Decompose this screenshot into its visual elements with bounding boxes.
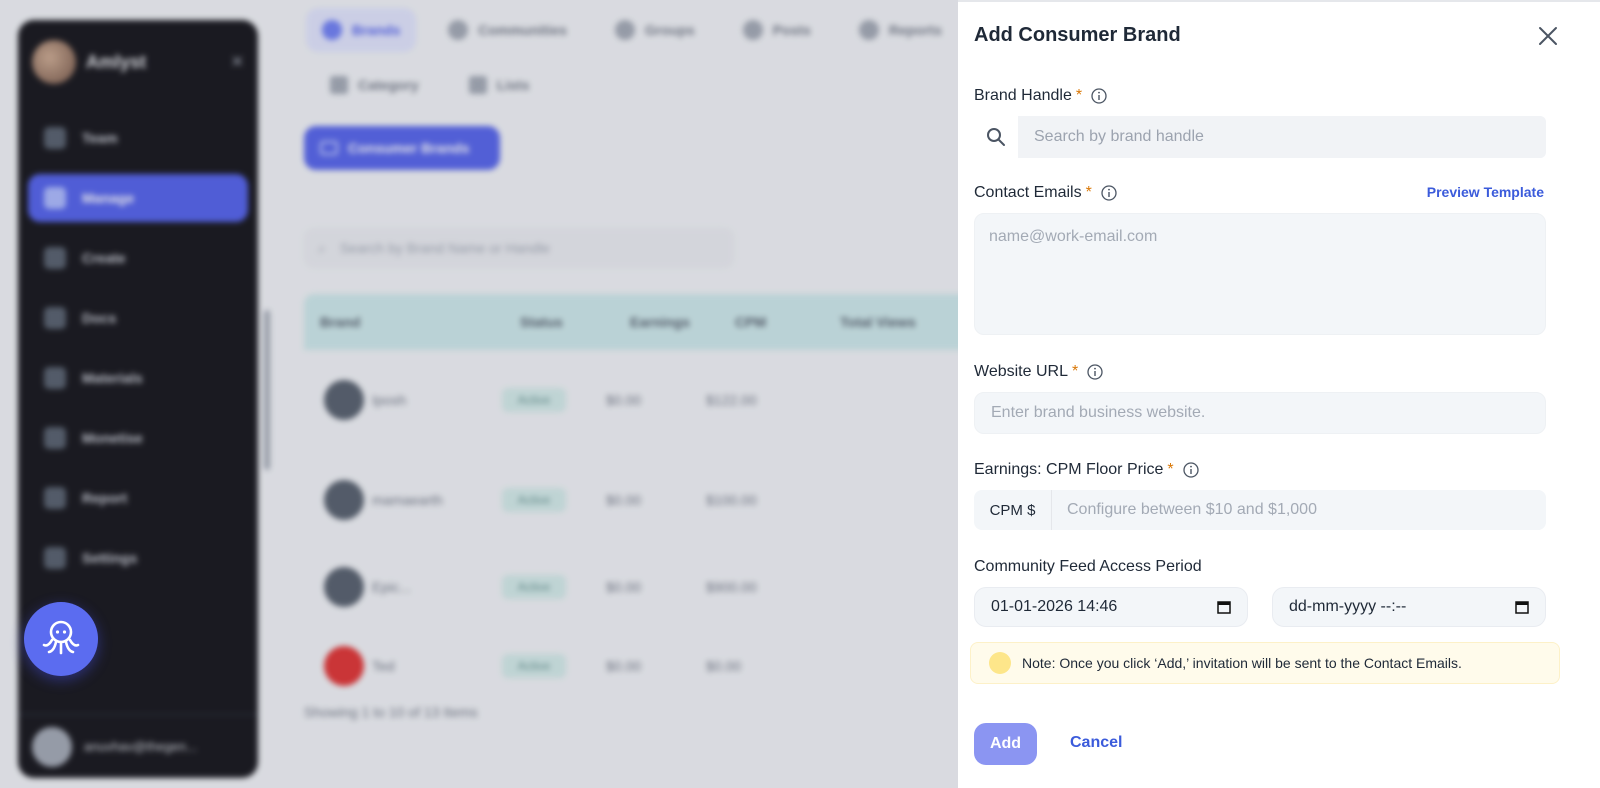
add-consumer-brand-drawer: Add Consumer Brand Brand Handle * Contac… <box>958 0 1600 788</box>
required-star: * <box>1071 363 1079 380</box>
info-icon[interactable] <box>1091 88 1107 104</box>
access-period-label: Community Feed Access Period <box>974 558 1202 576</box>
note-text: Note: Once you click ‘Add,’ invitation w… <box>1022 655 1462 671</box>
start-date-input[interactable]: 01-01-2026 14:46 <box>974 587 1248 627</box>
cpm-floor-label: Earnings: CPM Floor Price * <box>974 461 1199 479</box>
end-date-input[interactable]: dd-mm-yyyy --:-- <box>1272 587 1546 627</box>
contact-emails-label: Contact Emails * <box>974 184 1117 202</box>
modal-backdrop[interactable] <box>0 0 960 788</box>
website-url-label-text: Website URL <box>974 363 1068 380</box>
info-icon[interactable] <box>1087 364 1103 380</box>
website-url-input[interactable] <box>974 392 1546 434</box>
note-icon <box>989 652 1011 674</box>
calendar-icon[interactable] <box>1515 600 1529 614</box>
brand-handle-label: Brand Handle * <box>974 87 1107 105</box>
brand-handle-search <box>974 116 1546 158</box>
required-star: * <box>1075 87 1083 104</box>
info-icon[interactable] <box>1101 185 1117 201</box>
info-icon[interactable] <box>1182 462 1199 478</box>
contact-emails-label-text: Contact Emails <box>974 184 1082 201</box>
search-icon <box>974 116 1018 158</box>
required-star: * <box>1167 461 1174 478</box>
calendar-icon[interactable] <box>1217 600 1231 614</box>
add-button[interactable]: Add <box>974 723 1037 765</box>
drawer-title: Add Consumer Brand <box>974 24 1181 46</box>
website-url-label: Website URL * <box>974 363 1103 381</box>
cpm-floor-field: CPM $ <box>974 490 1546 530</box>
preview-template-link[interactable]: Preview Template <box>1427 184 1544 200</box>
octopus-icon <box>42 620 80 655</box>
assistant-button[interactable] <box>24 602 98 676</box>
brand-handle-label-text: Brand Handle <box>974 87 1072 104</box>
invitation-note: Note: Once you click ‘Add,’ invitation w… <box>970 642 1560 684</box>
access-period-label-text: Community Feed Access Period <box>974 558 1202 575</box>
cpm-prefix: CPM $ <box>974 490 1052 530</box>
contact-emails-input[interactable] <box>974 213 1546 335</box>
cancel-button[interactable]: Cancel <box>1070 734 1122 752</box>
brand-handle-input[interactable] <box>1018 116 1546 158</box>
required-star: * <box>1085 184 1092 201</box>
start-date-value: 01-01-2026 14:46 <box>991 598 1118 615</box>
end-date-placeholder: dd-mm-yyyy --:-- <box>1289 598 1407 615</box>
cpm-floor-input[interactable] <box>1052 490 1546 530</box>
cpm-floor-label-text: Earnings: CPM Floor Price <box>974 461 1164 478</box>
close-icon[interactable] <box>1536 24 1560 48</box>
